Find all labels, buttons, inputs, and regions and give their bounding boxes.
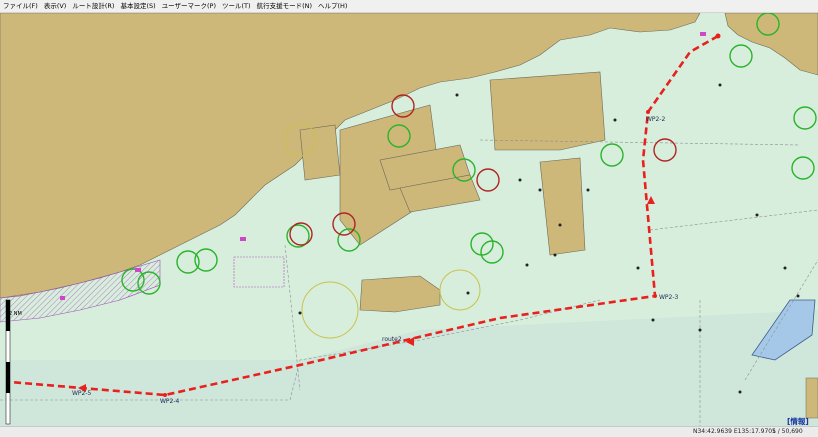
pier-block-1 — [489, 71, 606, 151]
menu-user-mark[interactable]: ユーザーマーク(P) — [159, 0, 219, 12]
land-east-edge — [805, 377, 818, 419]
menu-navigation-mode[interactable]: 航行支援モード(N) — [254, 0, 315, 12]
cursor-coordinates: N34:42.9639 E135:17.9705 — [693, 428, 776, 435]
status-bar: N34:42.9639 E135:17.9705 1 / 50,690 — [0, 426, 818, 437]
menu-file[interactable]: ファイル(F) — [0, 0, 41, 12]
waypoint-label-wp2-3: WP2-3 — [659, 294, 679, 301]
scale-bar-label: 2 NM — [9, 311, 22, 317]
menu-tools[interactable]: ツール(T) — [219, 0, 254, 12]
info-button[interactable]: [情報] — [787, 416, 809, 426]
pier-block-6 — [299, 124, 341, 181]
scale-bar — [5, 299, 11, 425]
waypoint-label-wp2-5: WP2-5 — [72, 390, 92, 397]
route-name-label: route2 — [382, 336, 402, 343]
menu-view[interactable]: 表示(V) — [41, 0, 70, 12]
chart-scale: 1 / 50,690 — [772, 428, 803, 435]
waypoint-label-wp2-4: WP2-4 — [160, 398, 180, 405]
menu-help[interactable]: ヘルプ(H) — [315, 0, 350, 12]
menu-route-design[interactable]: ルート設計(R) — [69, 0, 117, 12]
nautical-chart-view[interactable]: WP2-2 WP2-3 WP2-4 WP2-5 route2 2 NM [情報] — [0, 13, 818, 426]
menu-basic-settings[interactable]: 基本設定(S) — [117, 0, 158, 12]
waypoint-label-wp2-2: WP2-2 — [646, 116, 666, 123]
chart-canvas[interactable] — [0, 13, 818, 426]
island-block — [359, 275, 441, 313]
menu-bar: ファイル(F) 表示(V) ルート設計(R) 基本設定(S) ユーザーマーク(P… — [0, 0, 818, 13]
